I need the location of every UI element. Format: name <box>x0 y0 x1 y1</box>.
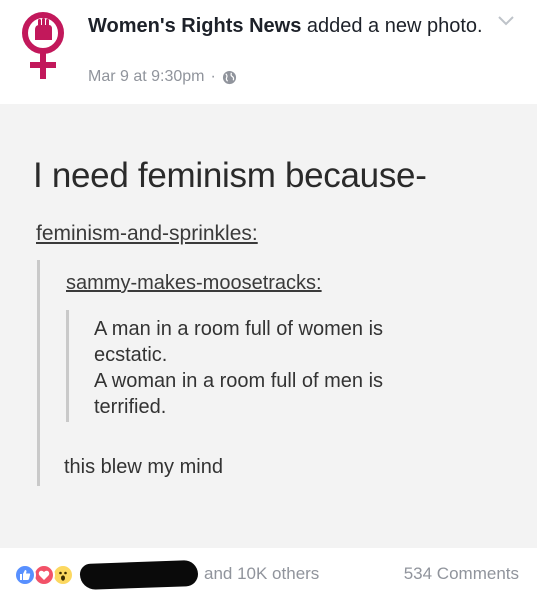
like-icon[interactable] <box>14 564 36 586</box>
post-header: Women's Rights News added a new photo. M… <box>0 0 537 104</box>
photo-username-2: sammy-makes-moosetracks: <box>66 272 322 294</box>
photo-username-1: feminism-and-sprinkles: <box>36 222 258 245</box>
wow-icon[interactable] <box>52 564 74 586</box>
post-title: Women's Rights News added a new photo. <box>88 14 488 39</box>
quote-bar-inner <box>66 310 69 422</box>
quote-bar-outer <box>37 260 40 486</box>
quote-line: A woman in a room full of men is <box>94 370 384 392</box>
quote-line: A man in a room full of women is <box>94 318 384 340</box>
post-timestamp[interactable]: Mar 9 at 9:30pm <box>88 68 205 86</box>
post-meta: Mar 9 at 9:30pm · <box>88 68 237 86</box>
post-photo[interactable]: I need feminism because- feminism-and-sp… <box>0 104 537 548</box>
photo-footnote: this blew my mind <box>64 456 223 478</box>
chevron-down-icon[interactable] <box>497 14 515 26</box>
quote-line: ecstatic. <box>94 344 168 366</box>
meta-separator: · <box>210 68 216 85</box>
page-name-link[interactable]: Women's Rights News <box>88 15 301 37</box>
love-icon[interactable] <box>33 564 55 586</box>
quote-line: terrified. <box>94 396 167 418</box>
quote-text: A man in a room full of women is ecstati… <box>94 316 494 420</box>
redacted-names <box>79 559 199 591</box>
globe-icon[interactable] <box>222 70 237 85</box>
reactions-bar: and 10K others 534 Comments <box>0 548 537 600</box>
post-action-text: added a new photo. <box>301 15 483 37</box>
comments-count-link[interactable]: 534 Comments <box>404 564 519 584</box>
reactions-others-link[interactable]: and 10K others <box>204 564 319 584</box>
page-avatar-icon[interactable] <box>20 10 66 80</box>
photo-title: I need feminism because- <box>33 156 427 195</box>
